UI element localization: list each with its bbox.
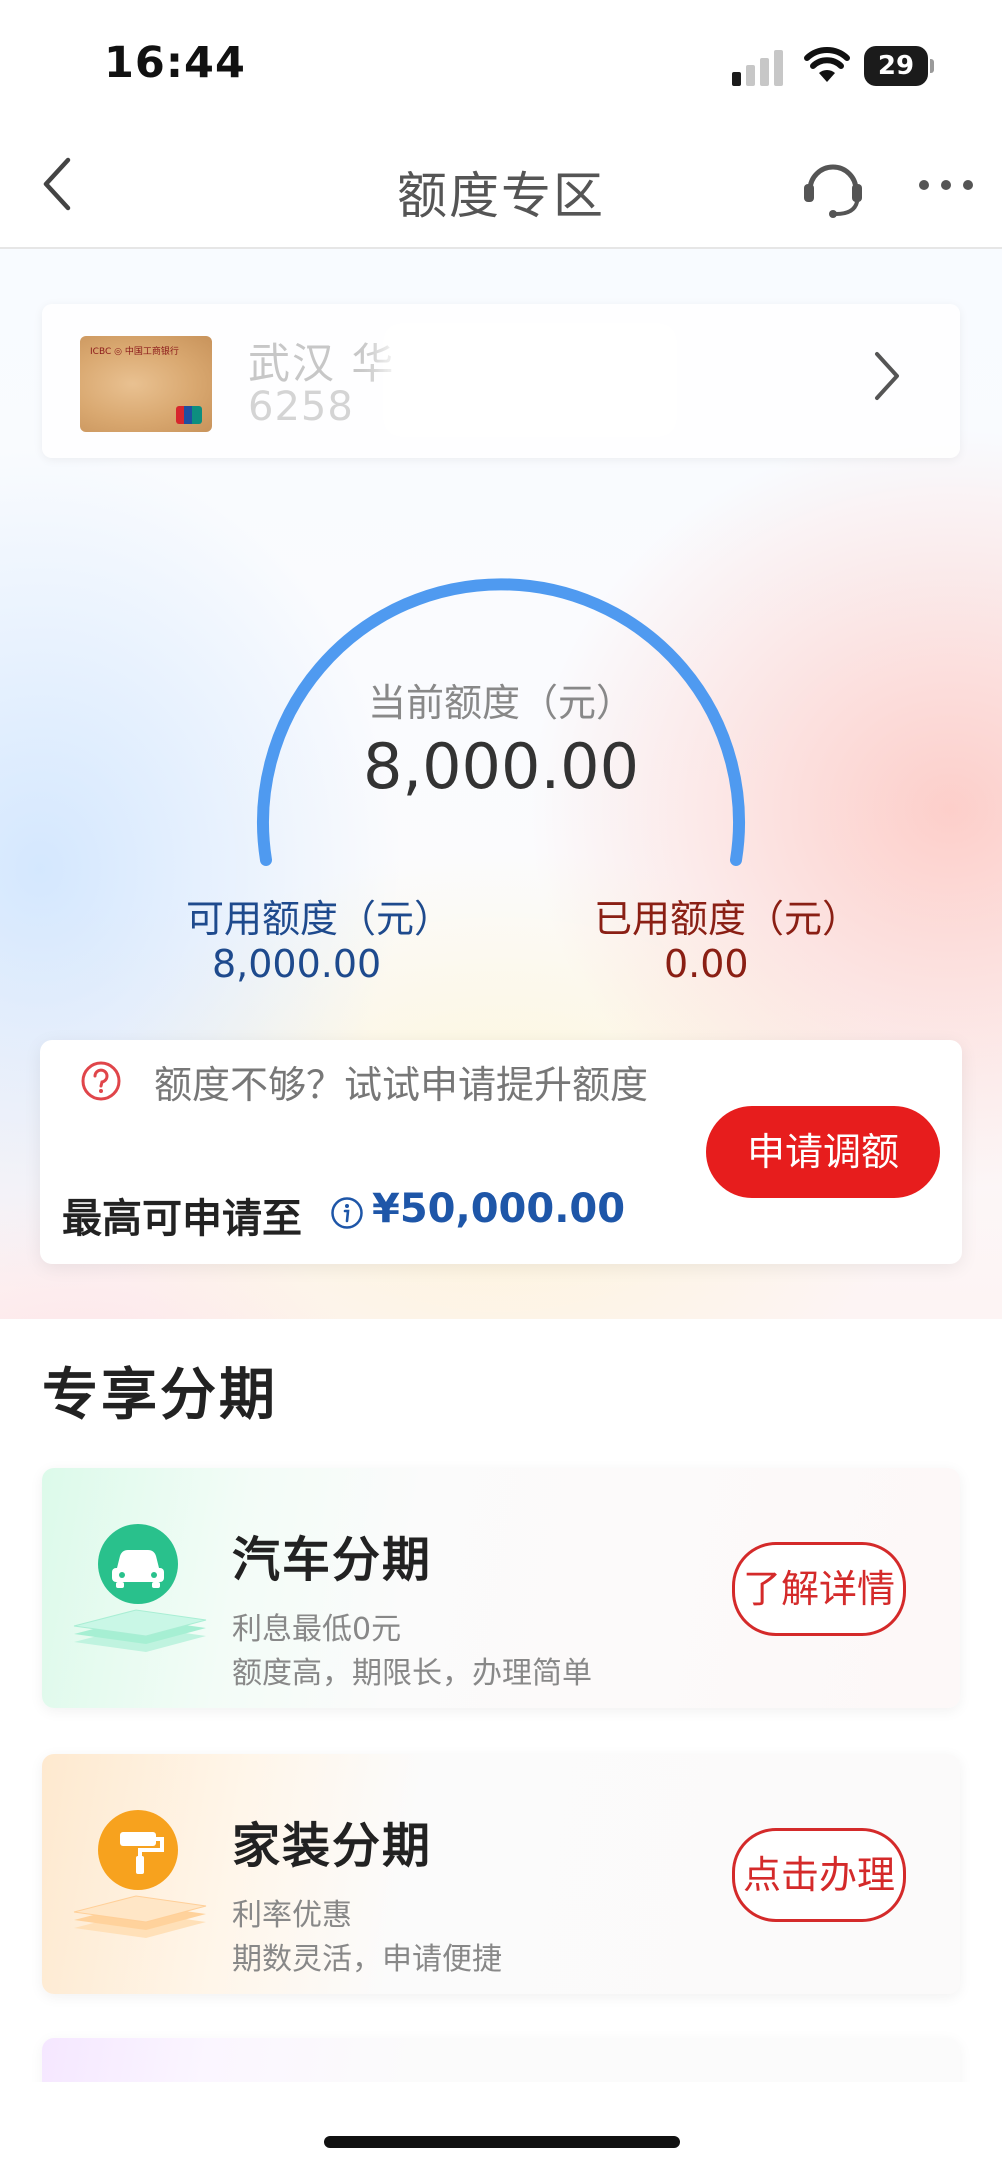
learn-details-button[interactable]: 了解详情 (732, 1542, 906, 1636)
unionpay-logo-icon (176, 406, 202, 424)
installment-description: 期数灵活，申请便捷 (232, 1942, 502, 1977)
current-limit-value: 8,000.00 (362, 730, 640, 803)
cellular-signal-icon (732, 50, 784, 86)
battery-level: 29 (877, 51, 915, 81)
info-icon[interactable] (330, 1196, 364, 1230)
car-installment-card[interactable]: 汽车分期 利息最低0元 额度高，期限长，办理简单 了解详情 (42, 1468, 960, 1708)
apply-adjust-limit-button[interactable]: 申请调额 (706, 1106, 940, 1198)
chevron-right-icon[interactable] (872, 350, 902, 402)
used-limit-value: 0.00 (664, 942, 749, 986)
apply-now-button[interactable]: 点击办理 (732, 1828, 906, 1922)
installment-description: 额度高，期限长，办理简单 (232, 1656, 592, 1691)
bottom-safe-area (0, 2082, 1002, 2169)
section-title: 专享分期 (42, 1363, 278, 1428)
max-apply-value: ¥50,000.00 (372, 1186, 626, 1232)
paint-roller-icon (73, 1810, 207, 1938)
more-dots-icon[interactable] (916, 170, 976, 200)
installment-title: 汽车分期 (232, 1532, 433, 1588)
car-icon (73, 1524, 207, 1652)
home-decoration-installment-card[interactable]: 家装分期 利率优惠 期数灵活，申请便捷 点击办理 (42, 1754, 960, 1994)
card-name: 武汉 华 (248, 339, 396, 388)
installment-subtitle: 利息最低0元 (232, 1612, 402, 1647)
installment-title: 家装分期 (232, 1818, 433, 1874)
installment-subtitle: 利率优惠 (232, 1898, 352, 1933)
available-limit-label: 可用额度（元） (186, 897, 453, 941)
available-limit-value: 8,000.00 (212, 942, 382, 986)
bank-card-thumbnail: ICBC ◎ 中国工商银行 (80, 336, 212, 432)
card-number: 6258 (248, 384, 354, 430)
wifi-icon (804, 47, 850, 82)
battery-icon: 29 (864, 46, 934, 86)
max-apply-label: 最高可申请至 (62, 1196, 302, 1242)
headset-icon[interactable] (800, 152, 866, 218)
question-circle-icon (81, 1061, 121, 1101)
home-indicator[interactable] (324, 2136, 680, 2148)
status-time: 16:44 (104, 38, 246, 88)
used-limit-label: 已用额度（元） (594, 897, 861, 941)
limit-increase-tip: 额度不够？试试申请提升额度 (154, 1063, 649, 1107)
current-limit-label: 当前额度（元） (367, 681, 634, 725)
privacy-blur (380, 320, 680, 440)
